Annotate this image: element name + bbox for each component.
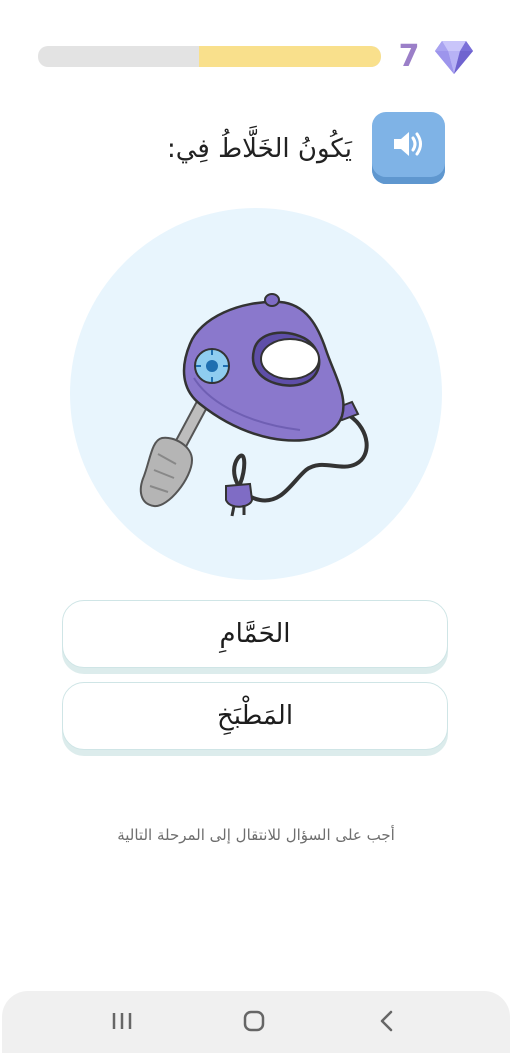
- back-icon[interactable]: [370, 1008, 404, 1034]
- speaker-icon: [393, 132, 422, 156]
- answer-option-kitchen[interactable]: المَطْبَخِ: [62, 682, 448, 750]
- progress-fill: [199, 46, 381, 67]
- recent-apps-icon[interactable]: [105, 1008, 139, 1034]
- answer-option-bathroom[interactable]: الحَمَّامِ: [62, 600, 448, 668]
- hand-mixer-icon: [139, 293, 369, 517]
- gem-count: 7: [398, 39, 420, 74]
- progress-bar: [38, 46, 381, 67]
- home-icon[interactable]: [237, 1008, 271, 1034]
- question-text: يَكُونُ الخَلَّاطُ فِي:: [167, 134, 352, 164]
- hint-text: أجب على السؤال للانتقال إلى المرحلة التا…: [117, 826, 395, 844]
- play-audio-button[interactable]: [372, 112, 445, 184]
- diamond-icon: [435, 41, 473, 74]
